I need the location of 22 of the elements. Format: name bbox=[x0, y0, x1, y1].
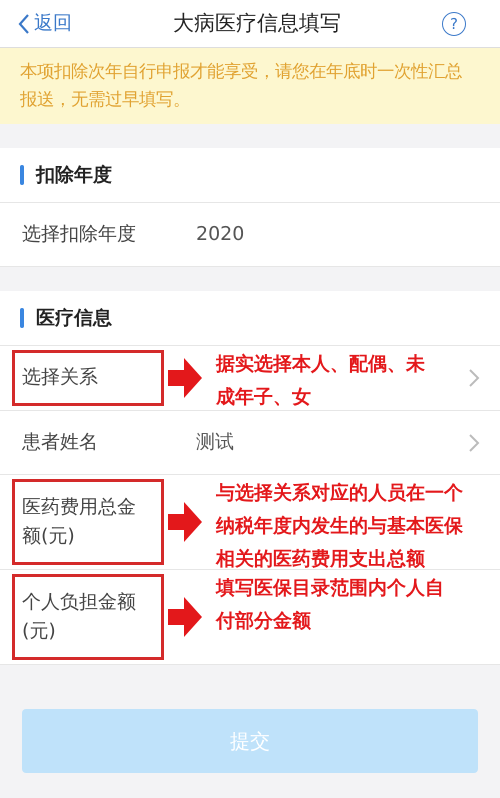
arrow-icon bbox=[168, 597, 202, 638]
notice-text: 本项扣除次年自行申报才能享受，请您在年底时一次性汇总报送，无需过早填写。 bbox=[0, 48, 500, 124]
back-button[interactable]: 返回 bbox=[0, 0, 72, 48]
section-title: 医疗信息 bbox=[36, 306, 112, 332]
annotation-text: 填写医保目录范围内个人自 付部分金额 bbox=[216, 576, 444, 634]
section-title: 扣除年度 bbox=[36, 162, 112, 188]
arrow-icon bbox=[168, 502, 202, 542]
field-label: 选择扣除年度 bbox=[22, 222, 136, 247]
field-label: 患者姓名 bbox=[22, 430, 98, 455]
field-label: 选择关系 bbox=[22, 365, 98, 390]
back-icon bbox=[18, 12, 30, 34]
field-value: 2020 bbox=[195, 222, 246, 248]
field-value[interactable]: 测试 bbox=[188, 428, 468, 457]
section-marker bbox=[20, 165, 24, 185]
help-button[interactable]: ? bbox=[442, 12, 466, 36]
annotation-text: 与选择关系对应的人员在一个 纳税年度内发生的与基本医保 相关的医药费用支出总额 bbox=[216, 481, 463, 572]
annotation-text: 据实选择本人、配偶、未 成年子、女 bbox=[216, 352, 425, 410]
field-label: 个人负担金额(元) bbox=[22, 590, 137, 644]
page-title: 大病医疗信息填写 bbox=[173, 10, 341, 37]
field-label: 医药费用总金额(元) bbox=[22, 494, 137, 550]
arrow-icon bbox=[168, 358, 202, 398]
section-marker bbox=[20, 308, 24, 328]
